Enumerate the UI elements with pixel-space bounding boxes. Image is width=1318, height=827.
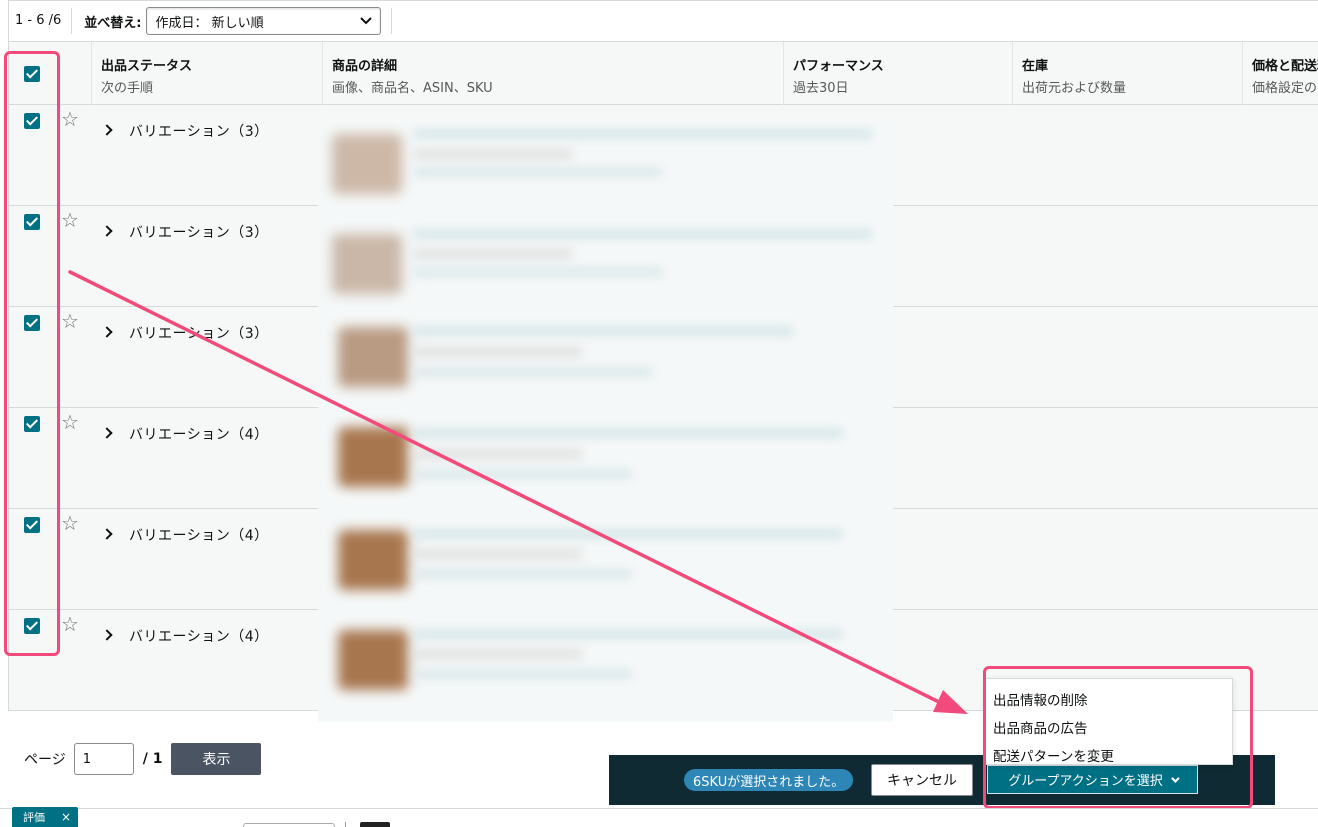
column-price-shipping[interactable]: 価格と配送料 価格設定の <box>1242 42 1318 105</box>
table-header: 出品ステータス 次の手順 商品の詳細 画像、商品名、ASIN、SKU パフォーマ… <box>9 42 1318 105</box>
product-text-blur <box>413 670 633 678</box>
star-icon[interactable]: ☆ <box>61 210 79 230</box>
footer-input[interactable] <box>243 823 335 827</box>
variation-label[interactable]: バリエーション（3） <box>129 222 269 242</box>
chevron-right-icon[interactable] <box>101 629 113 641</box>
variation-label[interactable]: バリエーション（4） <box>129 626 269 646</box>
product-text-blur <box>413 470 633 478</box>
rating-filter-tag[interactable]: 評価 × <box>12 807 78 827</box>
product-text-blur <box>413 268 663 276</box>
footer-button[interactable] <box>360 822 390 827</box>
page-number-input[interactable]: 1 <box>73 743 134 775</box>
star-icon[interactable]: ☆ <box>61 412 79 432</box>
menu-highlight-callout <box>983 666 1253 809</box>
product-thumbnail <box>338 327 408 387</box>
footer-separator <box>345 822 346 827</box>
product-text-blur <box>413 348 583 356</box>
blurred-product-details <box>318 122 893 722</box>
product-text-blur <box>413 630 843 638</box>
product-thumbnail <box>332 134 402 194</box>
star-icon[interactable]: ☆ <box>61 109 79 129</box>
product-text-blur <box>413 650 583 658</box>
checkbox-highlight-callout <box>4 51 60 656</box>
chevron-right-icon[interactable] <box>101 427 113 439</box>
product-text-blur <box>413 429 843 437</box>
product-thumbnail <box>338 427 408 487</box>
rating-tag-label: 評価 <box>23 811 45 824</box>
variation-label[interactable]: バリエーション（4） <box>129 424 269 444</box>
product-text-blur <box>413 130 873 138</box>
column-performance[interactable]: パフォーマンス 過去30日 <box>783 42 1012 105</box>
variation-label[interactable]: バリエーション（3） <box>129 121 269 141</box>
product-text-blur <box>413 530 843 538</box>
product-text-blur <box>413 368 653 376</box>
sort-dropdown[interactable]: 作成日： 新しい順 <box>146 7 382 35</box>
product-text-blur <box>413 550 583 558</box>
results-count: 1 - 6 /6 <box>9 8 73 34</box>
chevron-down-icon <box>360 17 373 25</box>
product-text-blur <box>413 150 573 158</box>
show-page-button[interactable]: 表示 <box>171 743 262 775</box>
column-listing-status[interactable]: 出品ステータス 次の手順 <box>91 42 322 105</box>
column-inventory[interactable]: 在庫 出荷元および数量 <box>1012 42 1242 105</box>
variation-label[interactable]: バリエーション（4） <box>129 525 269 545</box>
variation-label[interactable]: バリエーション（3） <box>129 323 269 343</box>
product-text-blur <box>413 250 573 258</box>
product-text-blur <box>413 230 873 238</box>
toolbar-divider <box>391 8 393 34</box>
product-text-blur <box>413 327 793 335</box>
product-thumbnail <box>338 530 408 590</box>
chevron-right-icon[interactable] <box>101 124 113 136</box>
page-total: / 1 <box>142 751 163 767</box>
results-toolbar: 1 - 6 /6 並べ替え: 作成日： 新しい順 <box>8 0 1318 41</box>
star-icon[interactable]: ☆ <box>61 614 79 634</box>
selected-count-badge: 6SKUが選択されました。 <box>684 769 854 791</box>
chevron-right-icon[interactable] <box>101 225 113 237</box>
pagination: ページ 1 / 1 表示 <box>24 743 262 775</box>
product-text-blur <box>413 570 633 578</box>
star-icon[interactable]: ☆ <box>61 513 79 533</box>
close-icon[interactable]: × <box>61 810 71 824</box>
cancel-button[interactable]: キャンセル <box>871 764 973 796</box>
product-thumbnail <box>338 630 408 690</box>
product-thumbnail <box>332 234 402 294</box>
star-icon[interactable]: ☆ <box>61 311 79 331</box>
product-text-blur <box>413 168 663 176</box>
sort-label: 並べ替え: <box>84 15 142 31</box>
chevron-right-icon[interactable] <box>101 326 113 338</box>
footer-divider <box>0 808 1318 809</box>
page-label: ページ <box>24 752 66 768</box>
column-product-details[interactable]: 商品の詳細 画像、商品名、ASIN、SKU <box>322 42 783 105</box>
chevron-right-icon[interactable] <box>101 528 113 540</box>
sort-value: 作成日： 新しい順 <box>155 15 264 31</box>
product-text-blur <box>413 450 583 458</box>
